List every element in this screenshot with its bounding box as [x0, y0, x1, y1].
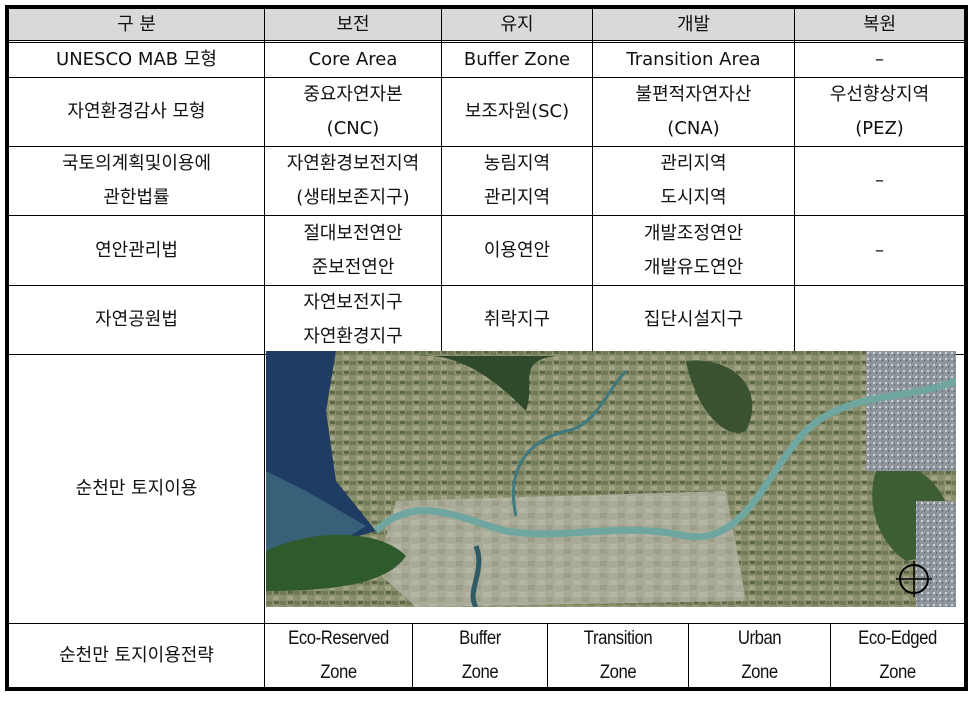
cell-text: Transition Area [626, 49, 761, 70]
cell-text: 관리지역 [660, 153, 727, 174]
cell-text: 도시지역 [660, 187, 727, 208]
column-divider [794, 9, 795, 355]
table-cell: Core Area [265, 43, 441, 77]
row-label-text: UNESCO MAB 모형 [56, 49, 217, 70]
column-divider [830, 624, 831, 687]
cell-text: 집단시설지구 [643, 309, 744, 330]
cell-text: 농림지역 [483, 153, 551, 174]
header-label: 보전 [336, 13, 370, 35]
zone-eco-reserved: Eco-Reserved Zone [274, 624, 403, 687]
zone-urban: Urban Zone [697, 624, 821, 687]
table-cell: 우선향상지역 (PEZ) [795, 78, 964, 146]
cell-text: 우선향상지역 [829, 84, 930, 105]
cell-text: 자연환경보전지역 [286, 153, 420, 174]
cell-text: – [875, 239, 884, 261]
satellite-image-graphic [266, 351, 956, 607]
zone-text: Zone [741, 661, 778, 683]
cell-text: 준보전연안 [311, 256, 395, 278]
table-cell: 개발조정연안개발유도연안 [593, 216, 794, 285]
header-label: 유지 [500, 13, 534, 35]
row-label-text: 자연공원법 [95, 309, 178, 330]
table-cell: Buffer Zone [442, 43, 592, 77]
table-cell: – [795, 216, 964, 285]
cell-text: 관리지역 [483, 187, 551, 208]
zone-text: Urban [737, 627, 782, 649]
header-conservation: 보전 [265, 9, 441, 40]
cell-text: (PEZ) [855, 118, 904, 139]
row-label-text: 순천만 토지이용 [75, 478, 198, 499]
cell-text: 개발유도연안 [643, 256, 744, 278]
row-label-coastal-law: 연안관리법 [9, 216, 264, 285]
cell-text: 절대보전연안 [303, 222, 403, 244]
column-divider [592, 9, 593, 355]
cell-text: (CNC) [326, 118, 380, 139]
table-cell: 보조자원(SC) [442, 78, 592, 146]
cell-text: 불편적자연자산 [635, 84, 752, 105]
header-label: 개발 [676, 13, 711, 35]
cell-text: (CNA) [667, 118, 720, 139]
cell-text: Core Area [308, 49, 398, 70]
header-label: 복원 [862, 13, 897, 35]
row-label-nature-audit: 자연환경감사 모형 [9, 78, 264, 146]
cell-text: (생태보존지구) [296, 187, 410, 208]
zone-text: Eco-Edged [858, 627, 937, 649]
table-cell: – [795, 43, 964, 77]
row-label-text: 국토의계획및이용에 [61, 153, 212, 174]
zone-text: Zone [461, 661, 499, 683]
header-category: 구 분 [9, 9, 264, 40]
table-cell: 자연환경보전지역 (생태보존지구) [265, 147, 441, 215]
cell-text: Buffer Zone [463, 49, 571, 70]
table-cell: 불편적자연자산 (CNA) [593, 78, 794, 146]
cell-text: 취락지구 [483, 309, 551, 330]
row-label-natural-park-law: 자연공원법 [9, 286, 264, 354]
row-label-text: 자연환경감사 모형 [67, 101, 206, 122]
cell-text: 보조자원(SC) [464, 101, 570, 122]
suncheon-bay-satellite-image [266, 351, 956, 607]
cell-text: – [875, 49, 884, 70]
table-cell: 자연보전지구자연환경지구 [265, 286, 441, 354]
table-cell: 중요자연자본 (CNC) [265, 78, 441, 146]
row-label-text: 관한법률 [103, 187, 170, 208]
table-cell: 농림지역관리지역 [442, 147, 592, 215]
table-cell: Transition Area [593, 43, 794, 77]
header-category-label: 구 분 [117, 13, 156, 35]
header-development: 개발 [593, 9, 794, 40]
table-cell [795, 286, 964, 354]
row-label-national-land-law: 국토의계획및이용에관한법률 [9, 147, 264, 215]
row-label-text: 연안관리법 [95, 239, 178, 261]
zone-transition: Transition Zone [556, 624, 679, 687]
column-divider [441, 9, 442, 355]
column-divider [264, 9, 265, 687]
cell-text: 자연보전지구 [303, 292, 403, 313]
table-cell: 이용연안 [442, 216, 592, 285]
zone-text: Zone [320, 661, 357, 683]
zone-eco-edged: Eco-Edged Zone [839, 624, 956, 687]
table-cell: 취락지구 [442, 286, 592, 354]
cell-text: 개발조정연안 [643, 222, 744, 244]
zone-text: Transition [583, 627, 653, 649]
zone-text: Zone [599, 661, 637, 683]
zone-text: Buffer [459, 627, 501, 649]
urban-area [866, 351, 956, 471]
row-label-text: 순천만 토지이용전략 [59, 644, 214, 666]
column-divider [412, 624, 413, 687]
table-cell: 집단시설지구 [593, 286, 794, 354]
header-maintenance: 유지 [442, 9, 592, 40]
column-divider [547, 624, 548, 687]
column-divider [688, 624, 689, 687]
row-label-suncheon-land-use: 순천만 토지이용 [9, 355, 264, 623]
zone-buffer: Buffer Zone [421, 624, 539, 687]
zone-text: Eco-Reserved [288, 627, 389, 649]
cell-text: 중요자연자본 [303, 84, 403, 105]
cell-text: – [875, 170, 884, 191]
row-label-unesco: UNESCO MAB 모형 [9, 43, 264, 77]
row-label-suncheon-strategy: 순천만 토지이용전략 [9, 624, 264, 687]
table-cell: 관리지역도시지역 [593, 147, 794, 215]
cell-text: 이용연안 [483, 239, 551, 261]
table-cell: 절대보전연안준보전연안 [265, 216, 441, 285]
table-cell: – [795, 147, 964, 215]
zone-text: Zone [879, 661, 916, 683]
header-restoration: 복원 [795, 9, 964, 40]
cell-text: 자연환경지구 [303, 326, 403, 347]
